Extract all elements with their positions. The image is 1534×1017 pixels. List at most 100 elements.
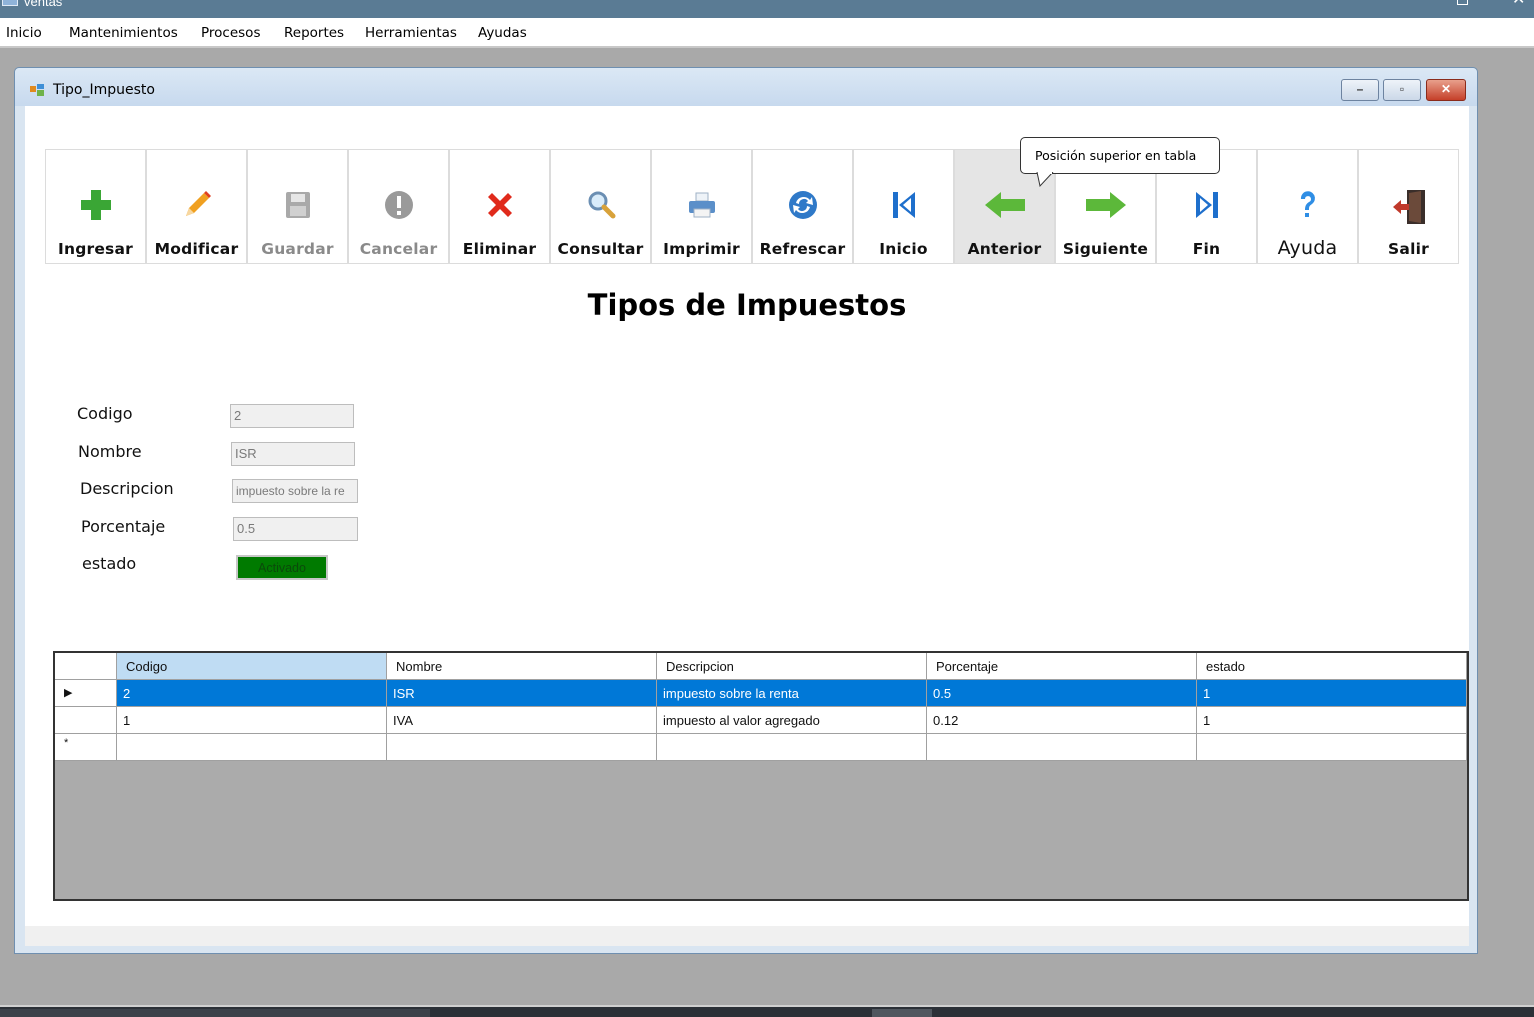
ingresar-button[interactable]: Ingresar: [45, 149, 146, 264]
first-record-icon: [892, 192, 915, 218]
restore-icon: ▫: [1399, 82, 1405, 96]
data-grid[interactable]: Codigo Nombre Descripcion Porcentaje est…: [53, 651, 1469, 901]
grid-header-row: Codigo Nombre Descripcion Porcentaje est…: [55, 653, 1467, 680]
cell-codigo[interactable]: 2: [117, 680, 387, 707]
modificar-label: Modificar: [154, 240, 239, 258]
save-icon: [285, 192, 310, 218]
cell-nombre[interactable]: ISR: [387, 680, 657, 707]
table-row[interactable]: 1 IVA impuesto al valor agregado 0.12 1: [55, 707, 1467, 734]
close-button[interactable]: ✕: [1426, 79, 1466, 101]
nombre-field[interactable]: ISR: [231, 442, 355, 466]
cell-codigo[interactable]: [117, 734, 387, 761]
anterior-label: Anterior: [967, 240, 1042, 258]
child-window: Tipo_Impuesto – ▫ ✕ Ingresar Modificar G…: [14, 67, 1478, 954]
column-header-porcentaje[interactable]: Porcentaje: [927, 653, 1197, 680]
menu-herramientas[interactable]: Herramientas: [365, 25, 457, 41]
cell-porcentaje[interactable]: 0.5: [927, 680, 1197, 707]
taskbar-segment[interactable]: [872, 1009, 932, 1017]
menu-procesos[interactable]: Procesos: [201, 25, 260, 41]
table-row[interactable]: ▶ 2 ISR impuesto sobre la renta 0.5 1: [55, 680, 1467, 707]
arrow-left-icon: [984, 192, 1025, 218]
codigo-field[interactable]: 2: [230, 404, 354, 428]
app-title: ventas: [24, 0, 63, 9]
column-header-descripcion[interactable]: Descripcion: [657, 653, 927, 680]
cell-descripcion[interactable]: impuesto al valor agregado: [657, 707, 927, 734]
guardar-label: Guardar: [261, 240, 334, 258]
new-row[interactable]: *: [55, 734, 1467, 761]
exit-door-icon: [1392, 190, 1425, 224]
fin-label: Fin: [1192, 240, 1221, 258]
restore-button[interactable]: ▫: [1383, 79, 1421, 101]
nombre-label: Nombre: [78, 442, 142, 461]
column-header-codigo[interactable]: Codigo: [117, 653, 387, 680]
new-row-icon: *: [64, 737, 69, 749]
guardar-button[interactable]: Guardar: [247, 149, 348, 264]
cell-estado[interactable]: 1: [1197, 707, 1467, 734]
estado-value: Activado: [258, 561, 306, 575]
eliminar-button[interactable]: Eliminar: [449, 149, 550, 264]
last-record-icon: [1195, 192, 1218, 218]
descripcion-label: Descripcion: [80, 479, 174, 498]
magnifier-icon: [588, 191, 615, 219]
app-icon: [2, 0, 18, 6]
minimize-button[interactable]: –: [1341, 79, 1379, 101]
siguiente-label: Siguiente: [1062, 240, 1149, 258]
menu-inicio[interactable]: Inicio: [6, 25, 42, 41]
maximize-icon[interactable]: [1457, 0, 1468, 5]
ayuda-button[interactable]: Ayuda: [1257, 149, 1358, 264]
cell-estado[interactable]: [1197, 734, 1467, 761]
printer-icon: [688, 192, 715, 218]
child-window-title: Tipo_Impuesto: [53, 82, 155, 98]
estado-toggle[interactable]: Activado: [236, 555, 328, 580]
consultar-label: Consultar: [557, 240, 644, 258]
client-area: Ingresar Modificar Guardar Cancelar Elim…: [25, 106, 1469, 946]
refrescar-label: Refrescar: [759, 240, 846, 258]
cancel-icon: [384, 191, 413, 219]
inicio-button[interactable]: Inicio: [853, 149, 954, 264]
tooltip-tail: [1036, 172, 1054, 188]
cell-estado[interactable]: 1: [1197, 680, 1467, 707]
cell-codigo[interactable]: 1: [117, 707, 387, 734]
consultar-button[interactable]: Consultar: [550, 149, 651, 264]
modificar-button[interactable]: Modificar: [146, 149, 247, 264]
menu-mantenimientos[interactable]: Mantenimientos: [69, 25, 178, 41]
minimize-icon: –: [1356, 82, 1364, 96]
row-header[interactable]: ▶: [55, 680, 117, 707]
column-header-nombre[interactable]: Nombre: [387, 653, 657, 680]
menubar: Inicio Mantenimientos Procesos Reportes …: [0, 18, 1534, 48]
delete-x-icon: [487, 193, 512, 217]
tooltip: Posición superior en tabla: [1020, 137, 1220, 174]
column-header-estado[interactable]: estado: [1197, 653, 1467, 680]
salir-label: Salir: [1388, 240, 1429, 258]
taskbar-segment[interactable]: [0, 1009, 430, 1017]
cancelar-button[interactable]: Cancelar: [348, 149, 449, 264]
child-titlebar[interactable]: Tipo_Impuesto – ▫ ✕: [15, 68, 1477, 106]
row-header[interactable]: *: [55, 734, 117, 761]
cell-nombre[interactable]: [387, 734, 657, 761]
refresh-icon: [788, 191, 817, 219]
row-header[interactable]: [55, 707, 117, 734]
cell-descripcion[interactable]: [657, 734, 927, 761]
toolbar: Ingresar Modificar Guardar Cancelar Elim…: [45, 149, 1469, 264]
imprimir-button[interactable]: Imprimir: [651, 149, 752, 264]
help-icon: [1300, 191, 1315, 217]
cell-porcentaje[interactable]: 0.12: [927, 707, 1197, 734]
descripcion-field[interactable]: impuesto sobre la re: [232, 479, 358, 503]
porcentaje-field[interactable]: 0.5: [233, 517, 358, 541]
cell-porcentaje[interactable]: [927, 734, 1197, 761]
pencil-icon: [185, 191, 211, 216]
arrow-right-icon: [1085, 192, 1126, 218]
cell-nombre[interactable]: IVA: [387, 707, 657, 734]
menu-ayudas[interactable]: Ayudas: [478, 25, 527, 41]
current-row-icon: ▶: [64, 687, 73, 699]
form-icon: [30, 84, 44, 96]
close-icon: ✕: [1440, 82, 1452, 96]
estado-label: estado: [82, 554, 137, 573]
page-title: Tipos de Impuestos: [587, 288, 907, 322]
menu-reportes[interactable]: Reportes: [284, 25, 344, 41]
refrescar-button[interactable]: Refrescar: [752, 149, 853, 264]
close-icon[interactable]: ✕: [1512, 0, 1525, 8]
ayuda-label: Ayuda: [1277, 237, 1338, 259]
cell-descripcion[interactable]: impuesto sobre la renta: [657, 680, 927, 707]
salir-button[interactable]: Salir: [1358, 149, 1459, 264]
